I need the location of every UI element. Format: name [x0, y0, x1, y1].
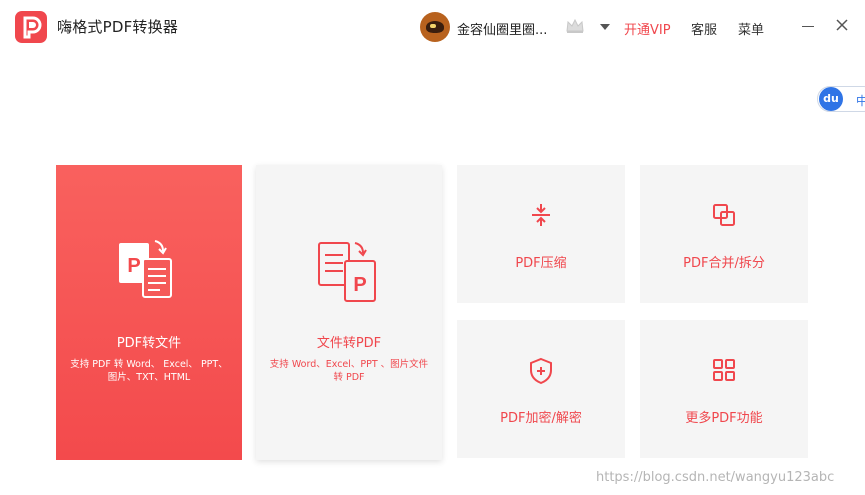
svg-text:P: P	[127, 255, 140, 277]
app-logo-icon	[15, 11, 47, 43]
chevron-down-icon[interactable]	[600, 24, 610, 30]
file-to-pdf-card[interactable]: P 文件转PDF 支持 Word、Excel、PPT 、图片文件转 PDF	[256, 165, 442, 460]
floating-badge[interactable]: du 中	[817, 86, 865, 112]
card-title: 文件转PDF	[316, 336, 382, 351]
shield-icon	[530, 357, 552, 385]
card-description: 支持 Word、Excel、PPT 、图片文件转 PDF	[269, 359, 429, 383]
svg-text:P: P	[353, 274, 366, 296]
customer-service-button[interactable]: 客服	[691, 19, 717, 38]
menu-button[interactable]: 菜单	[738, 19, 764, 38]
file-to-pdf-icon: P	[318, 242, 376, 302]
compress-icon	[532, 204, 550, 226]
du-icon: du	[819, 87, 843, 111]
pdf-merge-split-card[interactable]: PDF合并/拆分	[640, 165, 808, 303]
user-avatar[interactable]	[420, 12, 450, 42]
more-pdf-functions-card[interactable]: 更多PDF功能	[640, 320, 808, 458]
pdf-compress-card[interactable]: PDF压缩	[457, 165, 625, 303]
open-vip-link[interactable]: 开通VIP	[624, 19, 671, 38]
minimize-icon[interactable]	[802, 26, 814, 27]
card-title: 更多PDF功能	[685, 411, 763, 426]
merge-split-icon	[713, 204, 735, 226]
crown-icon	[566, 18, 584, 33]
title-bar: 嗨格式PDF转换器 金容仙圈里圈... 开通VIP 客服 菜单	[0, 0, 865, 52]
pdf-encrypt-decrypt-card[interactable]: PDF加密/解密	[457, 320, 625, 458]
username[interactable]: 金容仙圈里圈...	[457, 19, 547, 38]
card-title: PDF加密/解密	[500, 411, 582, 426]
pdf-to-file-card[interactable]: P PDF转文件 支持 PDF 转 Word、 Excel、 PPT、图片、TX…	[56, 165, 242, 460]
card-title: PDF合并/拆分	[683, 256, 765, 271]
card-description: 支持 PDF 转 Word、 Excel、 PPT、图片、TXT、HTML	[70, 359, 228, 383]
card-title: PDF转文件	[116, 336, 182, 351]
badge-text: 中	[856, 94, 865, 108]
pdf-to-file-icon: P	[119, 240, 172, 298]
grid-icon	[713, 359, 735, 381]
app-title: 嗨格式PDF转换器	[57, 18, 179, 36]
watermark-text: https://blog.csdn.net/wangyu123abc	[596, 470, 835, 485]
close-icon[interactable]	[834, 17, 850, 33]
card-title: PDF压缩	[515, 256, 567, 271]
